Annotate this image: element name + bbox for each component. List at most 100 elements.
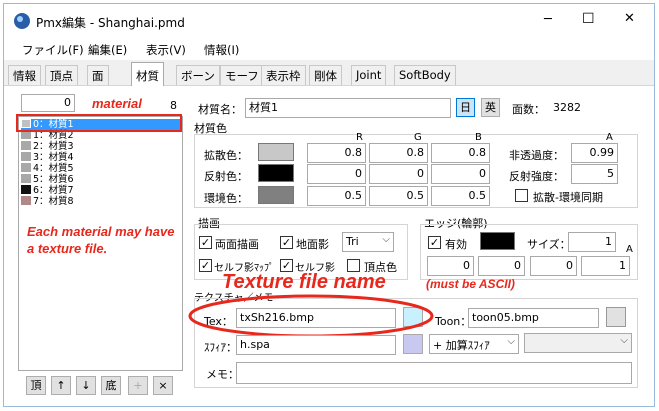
title-bar: Pmx編集 - Shanghai.pmd ─ ☐ ✕ (4, 4, 654, 38)
specular-r-input[interactable]: 0 (307, 164, 366, 184)
material-name-input[interactable]: 材質1 (245, 98, 451, 118)
toon-select[interactable]: ⌵ (524, 333, 632, 353)
material-count: 8 (170, 99, 177, 112)
sphere-preview[interactable] (403, 334, 423, 354)
opacity-label: 非透過度： (509, 149, 564, 162)
edge-color-swatch[interactable] (480, 232, 515, 250)
edge-a-input[interactable]: 1 (581, 256, 630, 276)
edge-size-input[interactable]: 1 (568, 232, 616, 252)
edge-enabled-checkbox[interactable]: ✓ (428, 236, 441, 249)
menu-file[interactable]: ファイル(F) (22, 42, 84, 58)
list-item[interactable]: 3：材質4 (21, 152, 181, 163)
menu-edit[interactable]: 編集(E) (88, 42, 127, 58)
chevron-down-icon: ⌵ (620, 335, 628, 346)
list-item[interactable]: 4：材質5 (21, 163, 181, 174)
diffuse-r-input[interactable]: 0.8 (307, 143, 366, 163)
ambient-label: 環境色： (204, 192, 248, 205)
delete-button[interactable]: × (153, 376, 173, 395)
annotation-material: material (92, 96, 142, 111)
menu-view[interactable]: 表示(V) (146, 42, 186, 58)
edge-enabled-label: 有効 (445, 238, 467, 251)
ambient-b-input[interactable]: 0.5 (431, 186, 490, 206)
edge-r-input[interactable]: 0 (427, 256, 474, 276)
selected-material-highlight (16, 114, 182, 132)
material-color-swatch (21, 163, 31, 172)
move-up-button[interactable]: ↑ (51, 376, 71, 395)
ambient-g-input[interactable]: 0.5 (369, 186, 428, 206)
diffuse-g-input[interactable]: 0.8 (369, 143, 428, 163)
window-title: Pmx編集 - Shanghai.pmd (36, 16, 185, 30)
tab-face[interactable]: 面 (87, 65, 109, 85)
specular-color-swatch[interactable] (258, 164, 294, 182)
specular-g-input[interactable]: 0 (369, 164, 428, 184)
sphere-mode-select[interactable]: + 加算ｽﾌｨｱ ⌵ (429, 334, 519, 354)
sync-ambient-checkbox[interactable] (515, 189, 528, 202)
edge-a-header: A (626, 244, 633, 255)
tab-joint[interactable]: Joint (351, 65, 387, 85)
a-header: A (606, 132, 613, 143)
close-button[interactable]: ✕ (624, 11, 635, 26)
tab-bar: 情報 頂点 面 材質 ボーン モーフ 表示枠 剛体 Joint SoftBody (4, 62, 654, 87)
tab-rigid-body[interactable]: 剛体 (309, 65, 342, 85)
material-color-swatch (21, 141, 31, 150)
ground-shadow-checkbox[interactable]: ✓ (280, 236, 293, 249)
material-index-input[interactable]: 0 (21, 94, 75, 112)
b-header: B (475, 132, 482, 143)
tab-material[interactable]: 材質 (131, 62, 164, 87)
diffuse-b-input[interactable]: 0.8 (431, 143, 490, 163)
specular-b-input[interactable]: 0 (431, 164, 490, 184)
maximize-button[interactable]: ☐ (582, 11, 595, 27)
sync-ambient-label: 拡散-環境同期 (533, 191, 603, 204)
g-header: G (414, 132, 422, 143)
tab-morph[interactable]: モーフ (220, 65, 264, 85)
tab-vertex[interactable]: 頂点 (45, 65, 78, 85)
menu-info[interactable]: 情報(I) (204, 42, 239, 58)
add-button[interactable]: + (128, 376, 148, 395)
specular-label: 反射色： (204, 170, 248, 183)
material-color-swatch (21, 196, 31, 205)
material-list[interactable]: 0：材質1 1：材質2 2：材質3 3：材質4 4：材質5 5：材質6 6：材質… (18, 116, 183, 371)
edge-g-input[interactable]: 0 (478, 256, 525, 276)
memo-textarea[interactable] (236, 362, 632, 384)
material-name-label: 材質名： (198, 103, 242, 116)
annotation-each-material: Each material may have a texture file. (27, 224, 175, 256)
specular-power-input[interactable]: 5 (571, 164, 618, 184)
double-sided-checkbox[interactable]: ✓ (199, 236, 212, 249)
r-header: R (356, 132, 363, 143)
primitive-type-select[interactable]: Tri ⌵ (342, 232, 394, 252)
list-item[interactable]: 7：材質8 (21, 196, 181, 207)
material-color-swatch (21, 152, 31, 161)
move-top-button[interactable]: 頂 (26, 376, 46, 395)
list-item[interactable]: 2：材質3 (21, 141, 181, 152)
opacity-input[interactable]: 0.99 (571, 143, 618, 163)
minimize-button[interactable]: ─ (544, 12, 552, 27)
material-color-swatch (21, 174, 31, 183)
material-color-swatch (21, 185, 31, 194)
self-shadow-map-checkbox[interactable]: ✓ (199, 259, 212, 272)
face-count-value: 3282 (553, 101, 581, 114)
texture-highlight-ellipse (188, 294, 434, 338)
english-button[interactable]: 英 (481, 98, 500, 117)
ground-shadow-label: 地面影 (296, 238, 329, 251)
chevron-down-icon: ⌵ (382, 234, 390, 245)
tab-softbody[interactable]: SoftBody (394, 65, 456, 85)
diffuse-color-swatch[interactable] (258, 143, 294, 161)
list-item[interactable]: 6：材質7 (21, 185, 181, 196)
sphere-filename-input[interactable]: h.spa (236, 335, 396, 355)
move-down-button[interactable]: ↓ (76, 376, 96, 395)
tab-info[interactable]: 情報 (8, 65, 41, 85)
ambient-color-swatch[interactable] (258, 186, 294, 204)
edge-size-label: サイズ： (527, 238, 571, 251)
toon-filename-input[interactable]: toon05.bmp (468, 308, 599, 328)
double-sided-label: 両面描画 (215, 238, 259, 251)
memo-label: メモ： (206, 368, 239, 381)
ambient-r-input[interactable]: 0.5 (307, 186, 366, 206)
edge-b-input[interactable]: 0 (530, 256, 577, 276)
app-icon (14, 13, 30, 29)
tab-display-frame[interactable]: 表示枠 (261, 65, 306, 85)
tab-bone[interactable]: ボーン (176, 65, 220, 85)
japanese-button[interactable]: 日 (456, 98, 475, 117)
move-bottom-button[interactable]: 底 (101, 376, 121, 395)
toon-preview[interactable] (606, 307, 626, 327)
list-item[interactable]: 5：材質6 (21, 174, 181, 185)
